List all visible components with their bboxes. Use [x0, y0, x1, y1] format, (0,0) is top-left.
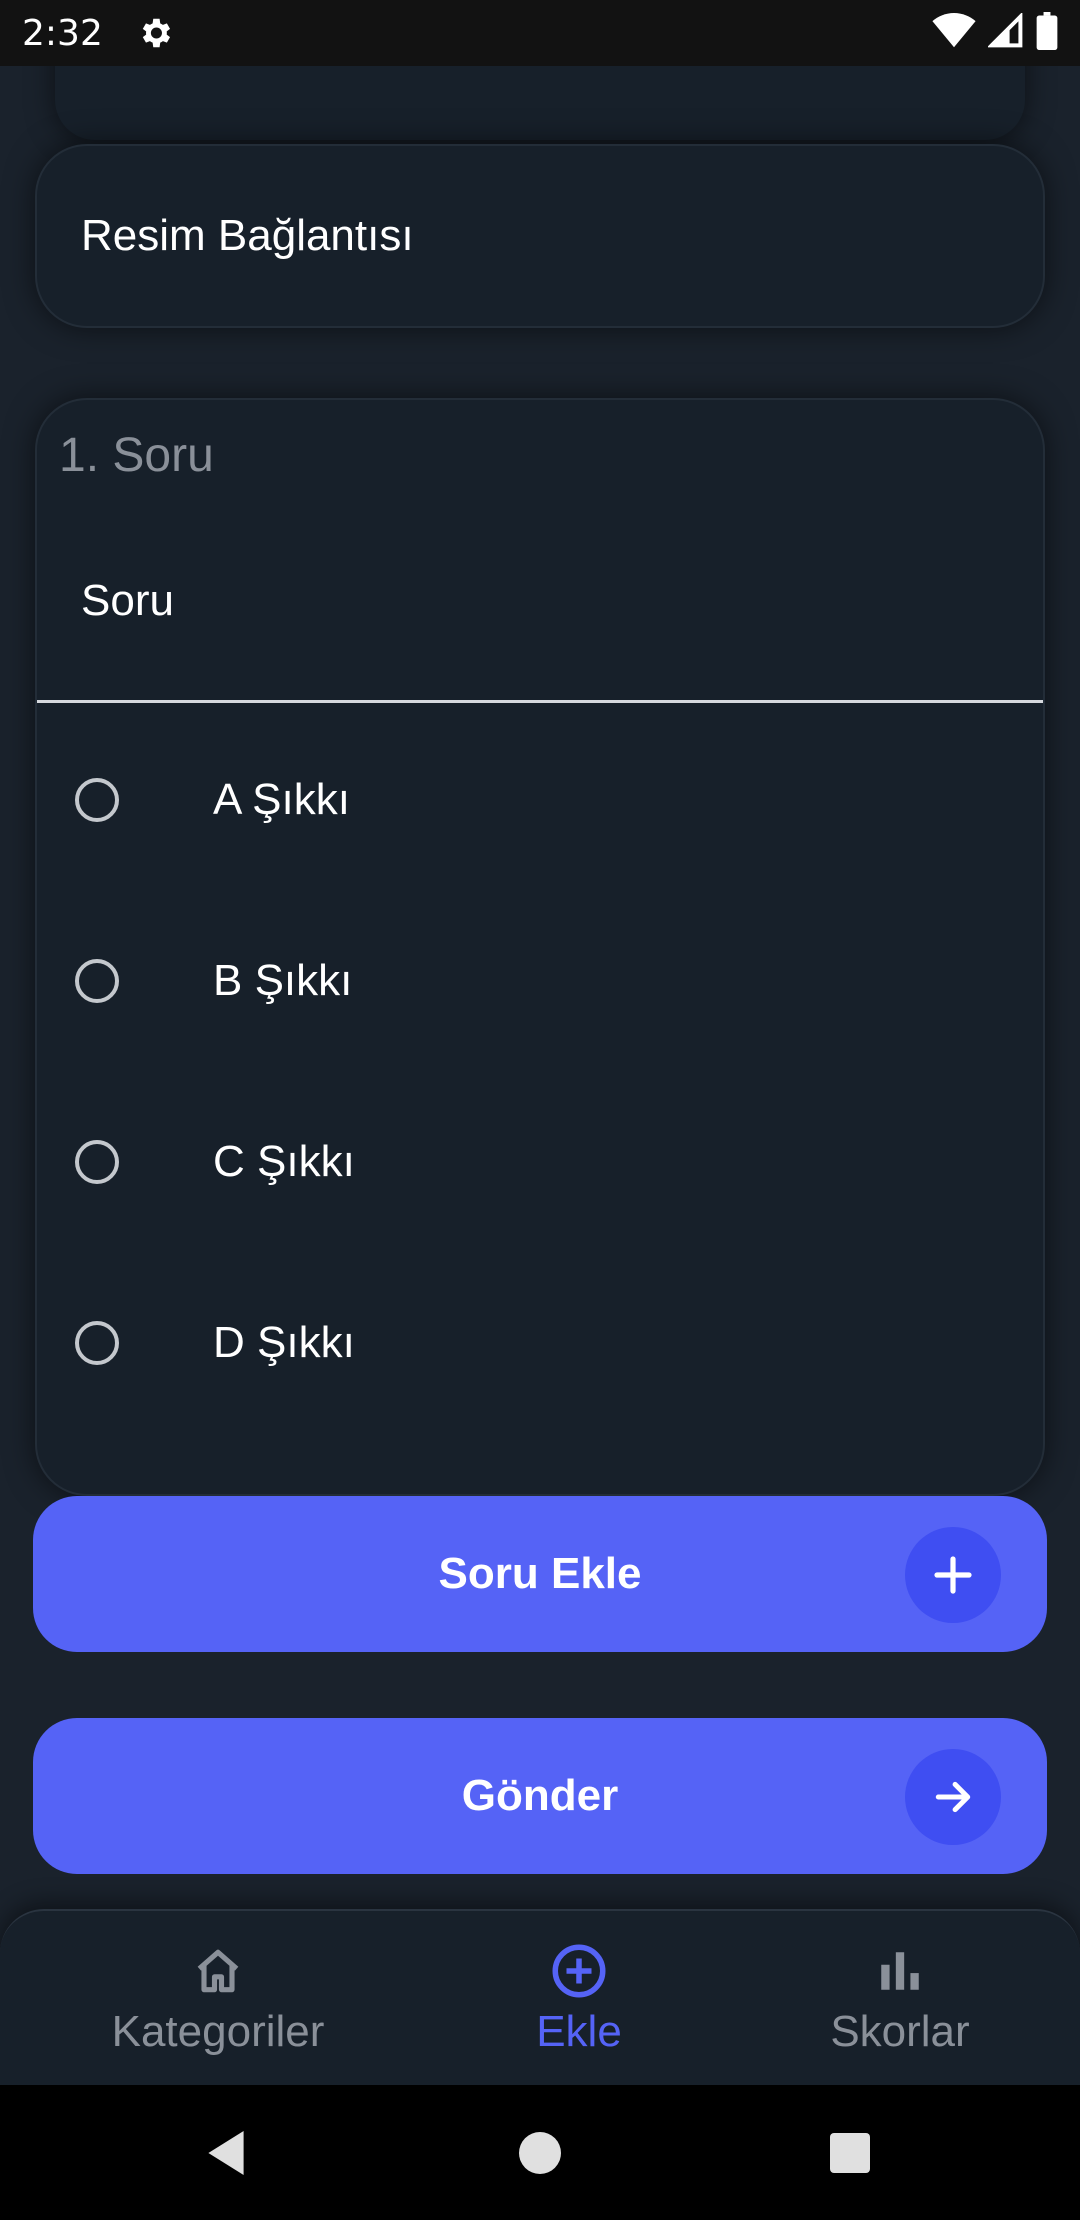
option-d[interactable]: D Şıkkı	[37, 1253, 1043, 1433]
system-navigation-bar	[0, 2085, 1080, 2220]
image-link-label: Resim Bağlantısı	[81, 211, 414, 260]
option-b-label[interactable]: B Şıkkı	[213, 956, 352, 1006]
bottom-navigation: Kategoriler Ekle Skorlar	[0, 1909, 1080, 2085]
bar-chart-icon	[870, 1941, 930, 2001]
radio-button-c[interactable]	[75, 1140, 119, 1184]
wifi-icon	[932, 12, 976, 54]
arrow-right-icon	[905, 1749, 1001, 1845]
radio-button-b[interactable]	[75, 959, 119, 1003]
nav-label-skorlar: Skorlar	[830, 2007, 970, 2056]
home-icon	[188, 1941, 248, 2001]
radio-button-d[interactable]	[75, 1321, 119, 1365]
option-d-label[interactable]: D Şıkkı	[213, 1318, 355, 1368]
battery-icon	[1036, 11, 1058, 55]
nav-item-ekle[interactable]: Ekle	[520, 1911, 638, 2087]
nav-item-skorlar[interactable]: Skorlar	[820, 1911, 980, 2087]
option-a[interactable]: A Şıkkı	[37, 710, 1043, 890]
status-bar: 2:32	[0, 0, 1080, 66]
question-input-underline	[37, 700, 1043, 703]
question-card: 1. Soru Soru A Şıkkı B Şıkkı C Şıkkı D Ş…	[35, 398, 1045, 1496]
add-question-label: Soru Ekle	[438, 1549, 642, 1598]
option-c[interactable]: C Şıkkı	[37, 1072, 1043, 1252]
nav-item-kategoriler[interactable]: Kategoriler	[100, 1911, 336, 2087]
form-scroll-area[interactable]: Resim Bağlantısı 1. Soru Soru A Şıkkı B …	[0, 66, 1080, 1909]
status-time: 2:32	[22, 12, 103, 54]
add-circle-icon	[549, 1941, 609, 2001]
option-a-label[interactable]: A Şıkkı	[213, 775, 350, 825]
image-link-field[interactable]: Resim Bağlantısı	[35, 144, 1045, 328]
signal-icon	[986, 11, 1024, 54]
question-input[interactable]: Soru	[81, 576, 174, 626]
nav-label-ekle: Ekle	[536, 2007, 622, 2056]
plus-icon	[905, 1527, 1001, 1623]
submit-button[interactable]: Gönder	[33, 1718, 1047, 1874]
back-icon[interactable]	[196, 2085, 256, 2220]
recents-icon[interactable]	[820, 2085, 880, 2220]
status-icons	[932, 11, 1058, 55]
question-title: 1. Soru	[59, 429, 214, 482]
option-c-label[interactable]: C Şıkkı	[213, 1137, 355, 1187]
settings-icon	[135, 13, 175, 53]
add-question-button[interactable]: Soru Ekle	[33, 1496, 1047, 1652]
submit-label: Gönder	[461, 1771, 619, 1820]
option-b[interactable]: B Şıkkı	[37, 891, 1043, 1071]
screen: 2:32 Resim Bağlantısı 1. Soru Soru A Şık…	[0, 0, 1080, 2220]
home-button-icon[interactable]	[510, 2085, 570, 2220]
previous-field-card	[55, 66, 1025, 140]
radio-button-a[interactable]	[75, 778, 119, 822]
nav-label-kategoriler: Kategoriler	[111, 2007, 325, 2056]
